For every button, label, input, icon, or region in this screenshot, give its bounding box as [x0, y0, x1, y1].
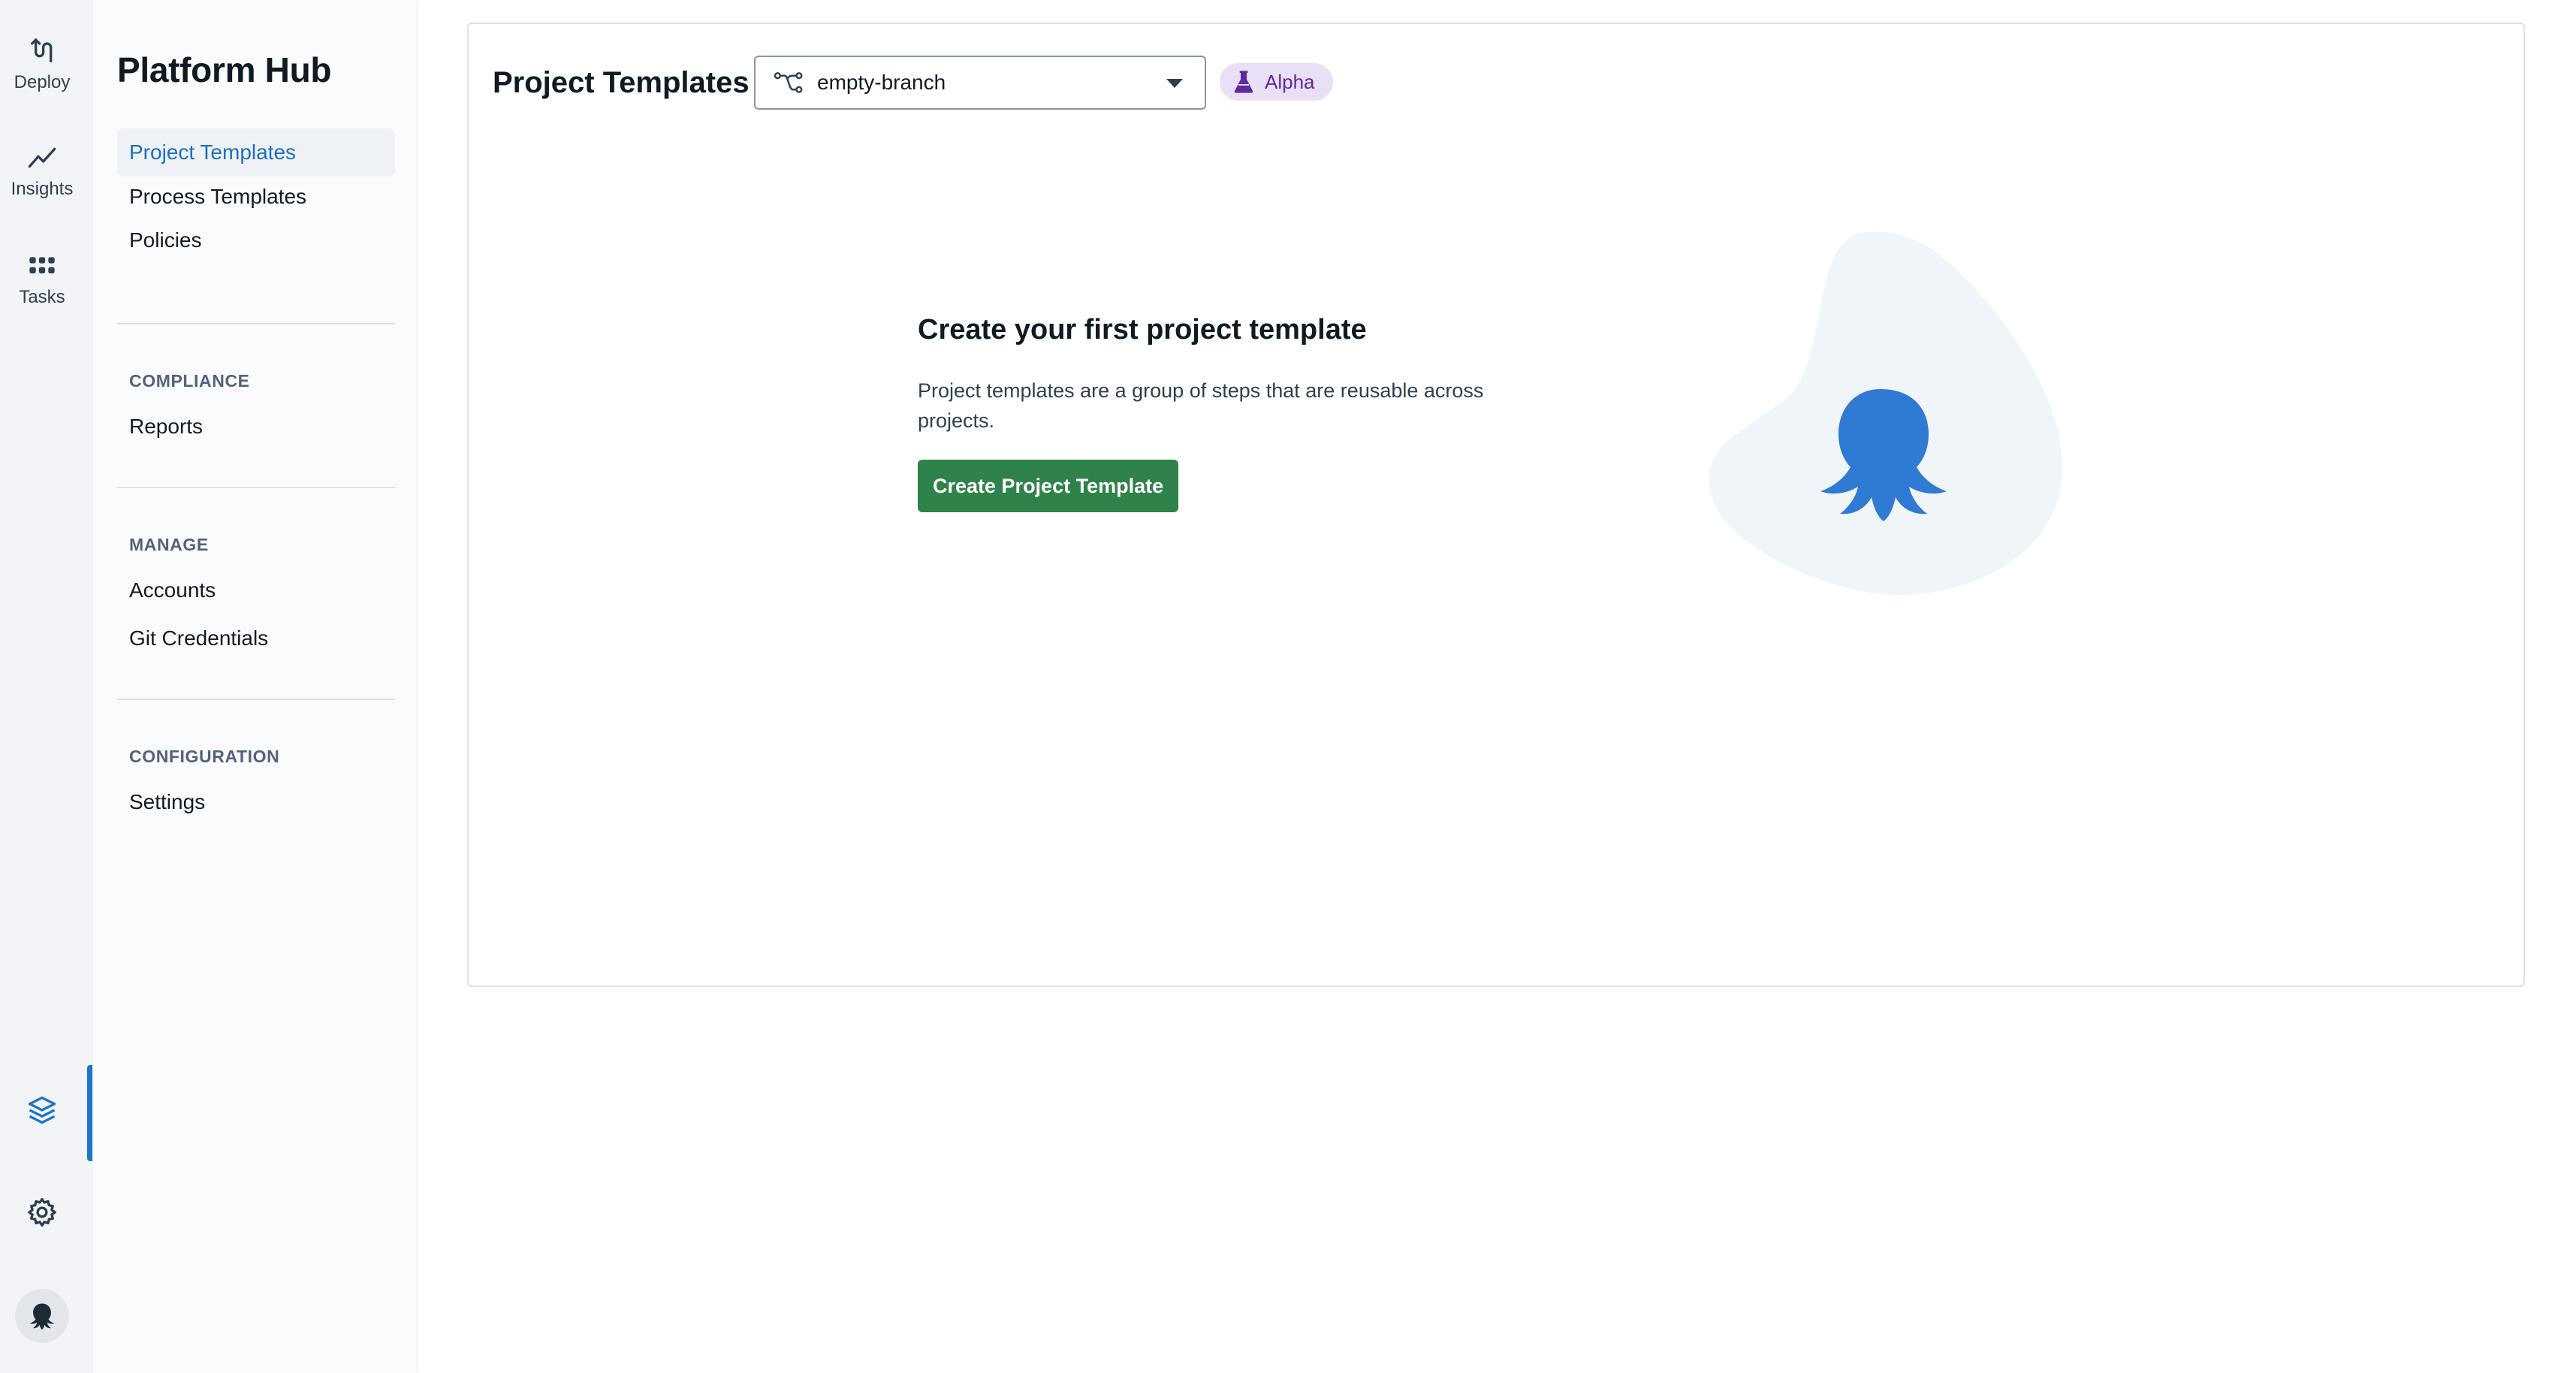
empty-state-heading: Create your first project template	[918, 314, 1367, 346]
nav-item-policies[interactable]: Policies	[117, 216, 395, 264]
rail-item-deploy[interactable]: Deploy	[0, 36, 84, 93]
empty-state-illustration	[1670, 212, 2091, 621]
nav-item-process-templates[interactable]: Process Templates	[117, 173, 395, 221]
platform-hub-sidebar: Platform Hub Project Templates Process T…	[93, 0, 416, 1373]
alpha-badge: Alpha	[1220, 63, 1333, 101]
icon-rail: Deploy Insights Tasks	[0, 0, 93, 1373]
nav-divider	[117, 699, 395, 700]
layers-icon	[28, 1096, 56, 1124]
sidebar-title: Platform Hub	[117, 50, 332, 89]
tasks-grid-icon	[29, 257, 55, 273]
rail-item-insights[interactable]: Insights	[0, 143, 84, 200]
nav-divider	[117, 323, 395, 324]
page-title: Project Templates	[493, 66, 750, 99]
nav-divider	[117, 487, 395, 488]
flask-icon	[1234, 71, 1253, 93]
user-avatar[interactable]	[15, 1289, 69, 1343]
nav-item-accounts[interactable]: Accounts	[117, 566, 395, 614]
nav-item-reports[interactable]: Reports	[117, 403, 395, 451]
rail-item-tasks[interactable]: Tasks	[0, 251, 84, 308]
octopus-avatar-icon	[29, 1303, 55, 1330]
git-branch-icon	[774, 72, 803, 93]
nav-item-git-credentials[interactable]: Git Credentials	[117, 614, 395, 662]
rail-label-tasks: Tasks	[19, 287, 65, 307]
create-project-template-button[interactable]: Create Project Template	[918, 460, 1179, 512]
project-templates-card: Project Templates empty-branch Alpha Cre…	[467, 23, 2525, 987]
octopus-illustration	[1709, 231, 2062, 595]
gear-icon	[28, 1197, 56, 1227]
section-heading-configuration: CONFIGURATION	[129, 747, 280, 766]
alpha-badge-label: Alpha	[1265, 70, 1315, 93]
section-heading-compliance: COMPLIANCE	[129, 371, 250, 391]
branch-select[interactable]: empty-branch	[754, 56, 1206, 110]
empty-state-description: Project templates are a group of steps t…	[918, 379, 1484, 432]
rail-item-platform-hub[interactable]	[0, 1094, 84, 1127]
rail-label-deploy: Deploy	[14, 72, 71, 92]
nav-item-settings[interactable]: Settings	[117, 778, 395, 826]
section-heading-manage: MANAGE	[129, 535, 209, 554]
chevron-down-icon	[1166, 79, 1183, 88]
nav-item-project-templates[interactable]: Project Templates	[117, 128, 395, 177]
insights-chart-icon	[28, 147, 56, 168]
rail-active-indicator	[87, 1065, 92, 1161]
rail-item-configuration[interactable]	[0, 1196, 84, 1229]
branch-select-value: empty-branch	[817, 71, 946, 94]
deploy-icon	[31, 38, 53, 63]
rail-label-insights: Insights	[11, 179, 74, 199]
